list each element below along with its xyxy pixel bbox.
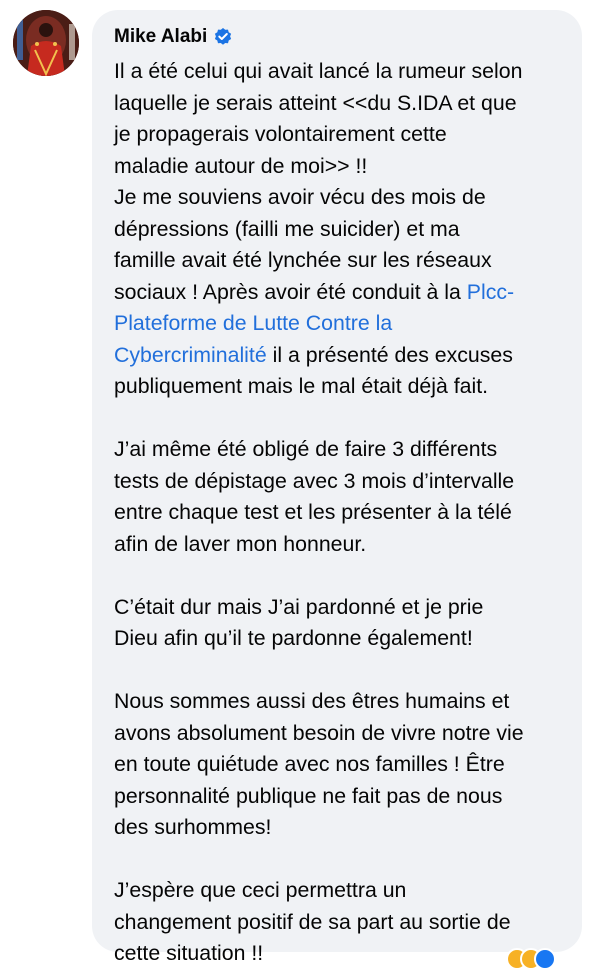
plcc-link-continued[interactable]: Plateforme de Lutte Contre la (114, 311, 392, 335)
comment-paragraph-1: Il a été celui qui avait lancé la rumeur… (114, 56, 564, 403)
comment-line: Cybercriminalité il a présenté des excus… (114, 340, 564, 372)
comment-line: Plateforme de Lutte Contre la (114, 308, 564, 340)
comment-line: je propagerais volontairement cette (114, 122, 447, 146)
reaction-summary[interactable] (506, 948, 566, 970)
verified-badge-icon (213, 27, 233, 47)
comment: Mike Alabi Il a été celui qui avait lanc… (0, 0, 604, 970)
comment-line: entre chaque test et les présenter à la … (114, 500, 512, 524)
comment-line: cette situation !! (114, 941, 264, 965)
comment-line: publiquement mais le mal était déjà fait… (114, 374, 489, 398)
comment-line: avons absolument besoin de vivre notre v… (114, 720, 524, 745)
comment-line: Je me souviens avoir vécu des mois de (114, 185, 486, 209)
comment-line: Nous sommes aussi des êtres humains et (114, 689, 510, 713)
comment-bubble: Mike Alabi Il a été celui qui avait lanc… (92, 10, 582, 965)
comment-paragraph-5: J’espère que ceci permettra un changemen… (114, 875, 564, 970)
comment-line: C’était dur mais J’ai pardonné et je pri… (114, 594, 484, 619)
comment-text: il a présenté des excuses (266, 342, 513, 367)
author-name[interactable]: Mike Alabi (114, 24, 207, 50)
comment-paragraph-4: Nous sommes aussi des êtres humains et a… (114, 686, 564, 844)
comment-line: tests de dépistage avec 3 mois d’interva… (114, 468, 515, 493)
comment-line: personnalité publique ne fait pas de nou… (114, 783, 503, 808)
comment-line: Dieu afin qu’il te pardonne également! (114, 626, 473, 650)
comment-line: J’ai même été obligé de faire 3 différen… (114, 437, 498, 461)
like-icon (534, 948, 556, 970)
author-row: Mike Alabi (114, 24, 564, 50)
comment-text: sociaux ! Après avoir été conduit à la (114, 279, 467, 304)
comment-line: des surhommes! (114, 815, 272, 839)
plcc-link[interactable]: Plcc- (467, 280, 514, 304)
plcc-link-end[interactable]: Cybercriminalité (114, 343, 267, 367)
comment-line: afin de laver mon honneur. (114, 531, 367, 556)
avatar-photo (13, 10, 79, 76)
comment-line: maladie autour de moi>> !! (114, 153, 368, 178)
comment-line: sociaux ! Après avoir été conduit à la P… (114, 277, 564, 309)
comment-line: J’espère que ceci permettra un (114, 878, 407, 902)
comment-line: famille avait été lynchée sur les réseau… (114, 248, 492, 272)
comment-paragraph-3: C’était dur mais J’ai pardonné et je pri… (114, 592, 564, 655)
avatar[interactable] (13, 10, 79, 76)
comment-line: changement positif de sa part au sortie … (114, 909, 511, 934)
comment-line: dépressions (failli me suicider) et ma (114, 216, 460, 241)
comment-line: en toute quiétude avec nos familles ! Êt… (114, 752, 505, 776)
comment-paragraph-2: J’ai même été obligé de faire 3 différen… (114, 434, 564, 560)
comment-line: Il a été celui qui avait lancé la rumeur… (114, 59, 523, 83)
comment-line: laquelle je serais atteint <<du S.IDA et… (114, 90, 517, 115)
